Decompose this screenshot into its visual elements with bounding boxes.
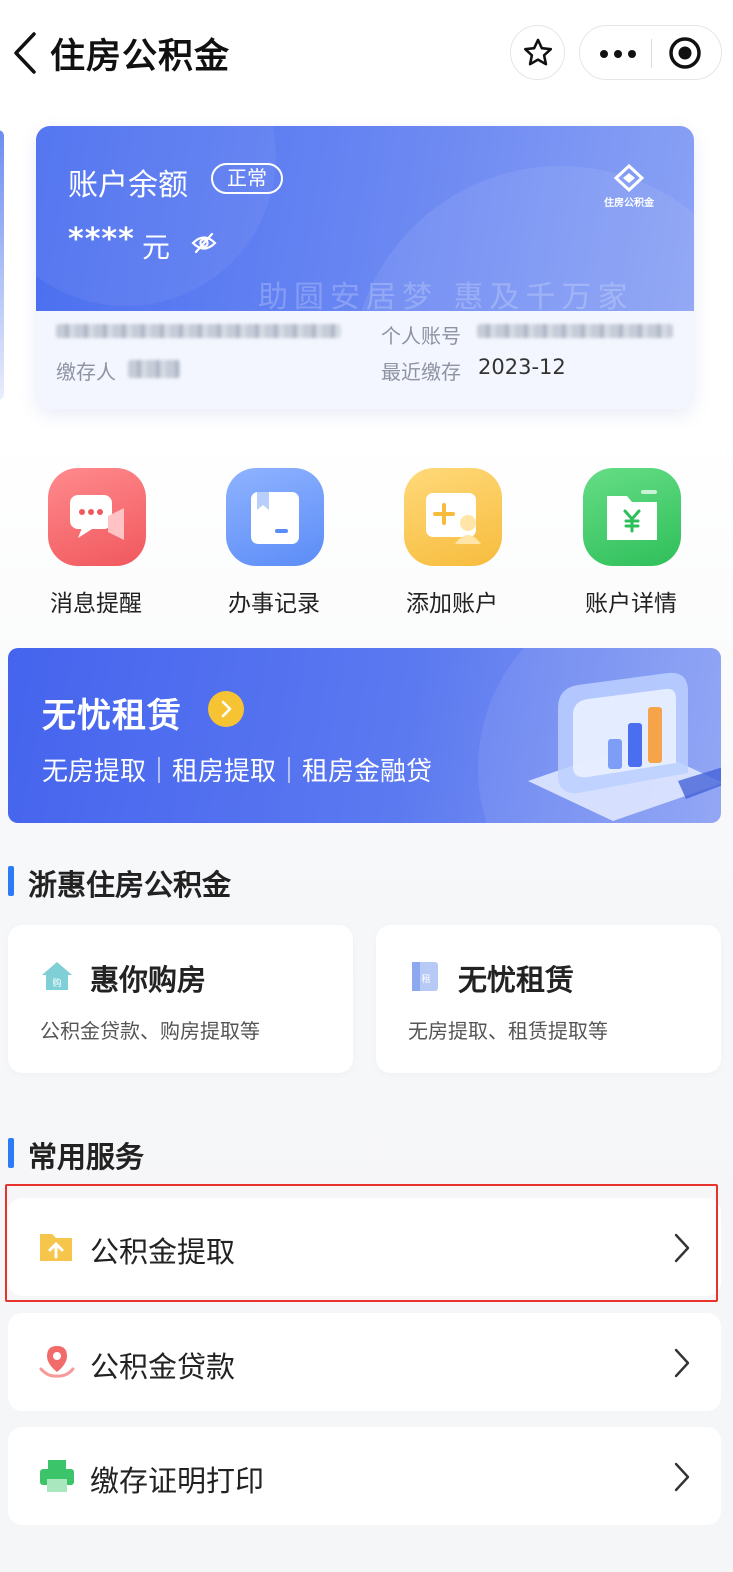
logo-text: 住房公积金 <box>604 198 654 209</box>
yuan-folder-icon <box>583 468 681 566</box>
balance-amount: **** <box>68 222 135 257</box>
blurred-depositor-name <box>128 360 180 378</box>
feature-card-title: 惠你购房 <box>90 963 207 997</box>
recent-deposit-value: 2023-12 <box>478 355 566 379</box>
account-label: 个人账号 <box>381 324 461 348</box>
capsule-divider <box>651 39 652 68</box>
highlight-annotation-box <box>5 1184 718 1302</box>
recent-deposit-label: 最近缴存 <box>381 360 461 384</box>
favorite-star-icon[interactable] <box>510 25 565 80</box>
hide-balance-eye-icon[interactable] <box>190 229 218 257</box>
status-badge: 正常 <box>211 163 283 194</box>
balance-card[interactable]: 账户余额 正常 **** 元 住房公积金 助圆安居梦 惠及千万家 缴存人 个人账… <box>36 126 694 409</box>
card-slogan: 助圆安居梦 惠及千万家 <box>258 280 634 311</box>
previous-card-edge[interactable] <box>0 130 4 400</box>
section-title: 常用服务 <box>28 1140 145 1174</box>
feature-card-subtitle: 无房提取、租赁提取等 <box>408 1019 608 1043</box>
loan-location-icon <box>38 1343 76 1381</box>
quick-action-label: 账户详情 <box>585 591 677 617</box>
mini-program-capsule <box>579 25 722 80</box>
more-icon[interactable] <box>598 44 638 64</box>
chevron-right-icon <box>672 1461 692 1493</box>
feature-card-title: 无忧租赁 <box>458 963 575 997</box>
section-accent-bar <box>8 1138 14 1168</box>
banner-subtitle: 无房提取｜租房提取｜租房金融贷 <box>42 757 433 787</box>
service-row-print-certificate[interactable]: 缴存证明打印 <box>8 1427 721 1525</box>
feature-card-subtitle: 公积金贷款、购房提取等 <box>40 1019 260 1043</box>
svg-text:租: 租 <box>421 974 430 985</box>
quick-action-label: 添加账户 <box>406 591 498 617</box>
house-purchase-icon: 购 <box>40 959 74 993</box>
quick-action-add-account[interactable]: 添加账户 <box>392 468 512 618</box>
banner-arrow-icon <box>208 691 244 727</box>
service-row-loan[interactable]: 公积金贷款 <box>8 1313 721 1411</box>
chevron-right-icon <box>672 1347 692 1379</box>
rental-banner[interactable]: 无忧租赁 无房提取｜租房提取｜租房金融贷 <box>8 648 721 823</box>
service-row-label: 公积金贷款 <box>90 1350 236 1384</box>
message-bubble-icon <box>48 468 146 566</box>
quick-action-messages[interactable]: 消息提醒 <box>36 468 156 618</box>
banner-title: 无忧租赁 <box>42 696 182 736</box>
quick-action-label: 消息提醒 <box>50 591 142 617</box>
add-account-icon <box>404 468 502 566</box>
quick-action-account-detail[interactable]: 账户详情 <box>571 468 691 618</box>
balance-unit: 元 <box>142 231 171 264</box>
nav-bar: 住房公积金 <box>0 0 733 105</box>
quick-action-label: 办事记录 <box>228 591 320 617</box>
page-title: 住房公积金 <box>50 37 231 77</box>
feature-card-rental[interactable]: 租 无忧租赁 无房提取、租赁提取等 <box>376 925 721 1073</box>
blurred-unit-name <box>56 324 341 338</box>
document-record-icon <box>226 468 324 566</box>
section-title: 浙惠住房公积金 <box>28 868 232 902</box>
section-accent-bar <box>8 866 14 896</box>
svg-text:购: 购 <box>52 977 61 989</box>
close-target-icon[interactable] <box>668 36 702 70</box>
chart-illustration-icon <box>518 663 721 823</box>
rental-document-icon: 租 <box>408 959 442 993</box>
service-row-label: 缴存证明打印 <box>90 1464 265 1498</box>
balance-card-header: 账户余额 正常 **** 元 住房公积金 助圆安居梦 惠及千万家 <box>36 126 694 311</box>
balance-label: 账户余额 <box>68 168 188 203</box>
back-icon[interactable] <box>8 30 44 76</box>
depositor-label: 缴存人 <box>56 360 116 384</box>
blurred-account-number <box>477 324 673 338</box>
quick-action-records[interactable]: 办事记录 <box>214 468 334 618</box>
printer-icon <box>38 1457 76 1495</box>
feature-card-buy-house[interactable]: 购 惠你购房 公积金贷款、购房提取等 <box>8 925 353 1073</box>
